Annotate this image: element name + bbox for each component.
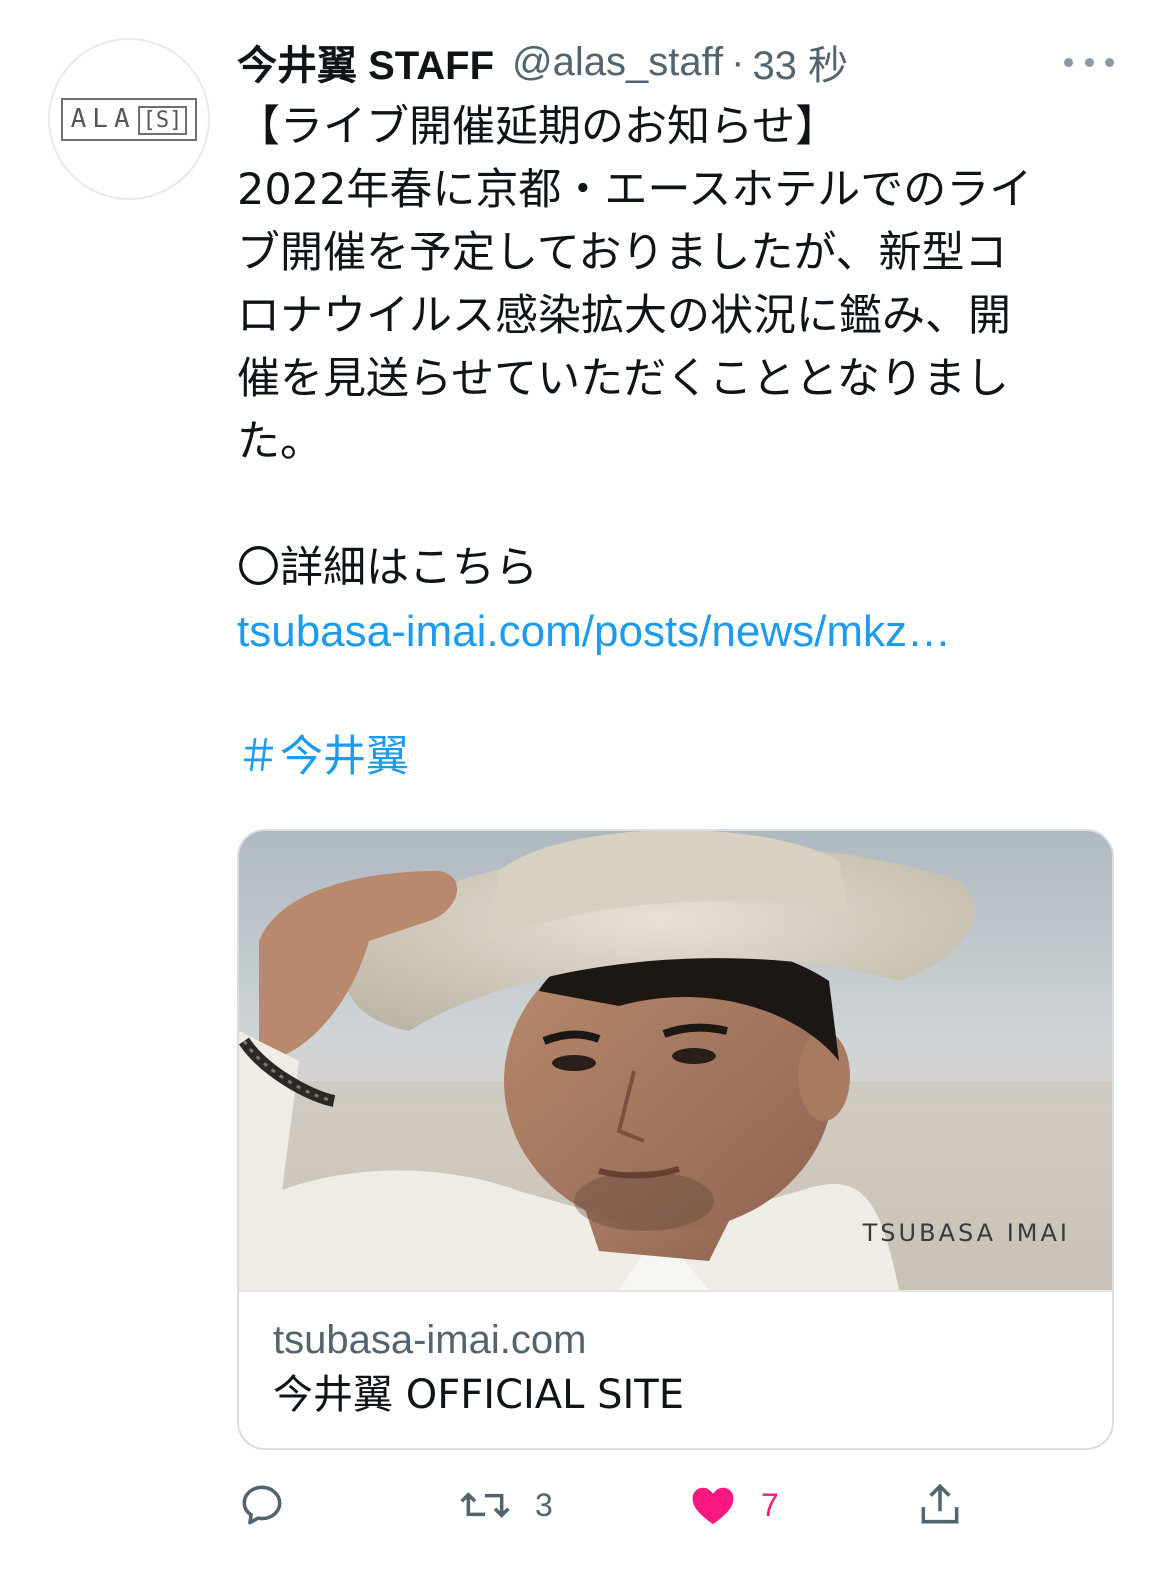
tweet[interactable]: ALA [S] 今井翼 STAFF @alas_staff · 33 秒 【ライブ…	[0, 0, 1170, 1577]
more-options-icon[interactable]	[1064, 50, 1114, 74]
tweet-line: ブ開催を予定しておりましたが、新型コ	[237, 228, 1008, 278]
tweet-header: 今井翼 STAFF @alas_staff · 33 秒	[237, 34, 848, 90]
card-caption[interactable]: tsubasa-imai.com 今井翼 OFFICIAL SITE	[239, 1290, 1112, 1448]
card-domain: tsubasa-imai.com	[273, 1318, 587, 1362]
reply-icon	[242, 1485, 282, 1525]
retweet-icon	[460, 1492, 510, 1518]
share-button[interactable]	[915, 1470, 965, 1540]
card-title: 今井翼 OFFICIAL SITE	[273, 1372, 684, 1418]
details-label: 〇詳細はこちら	[237, 543, 538, 593]
tweet-actions: 3 7	[237, 1470, 1097, 1540]
like-button[interactable]: 7	[687, 1470, 779, 1540]
timestamp[interactable]: 33 秒	[752, 33, 848, 91]
photo-label: TSUBASA IMAI	[862, 1219, 1070, 1247]
dot	[1084, 57, 1094, 67]
hashtag-link[interactable]: ＃今井翼	[237, 732, 409, 782]
like-count: 7	[761, 1486, 779, 1523]
tweet-line: ロナウイルス感染拡大の状況に鑑み、開	[237, 291, 1011, 341]
author-handle[interactable]: @alas_staff	[512, 40, 723, 85]
retweet-button[interactable]: 3	[457, 1470, 553, 1540]
tweet-line: 催を見送らせていただくこととなりまし	[237, 354, 1009, 404]
dot	[1105, 57, 1114, 67]
share-icon	[921, 1483, 959, 1524]
retweet-count: 3	[535, 1486, 553, 1523]
avatar[interactable]: ALA [S]	[48, 38, 210, 200]
dot	[1064, 57, 1073, 67]
alas-logo: ALA [S]	[60, 97, 198, 141]
logo-bracket: [S]	[137, 105, 188, 135]
card-photo[interactable]: TSUBASA IMAI	[239, 831, 1112, 1290]
tweet-line: た。	[237, 417, 323, 467]
author-name[interactable]: 今井翼 STAFF	[237, 33, 494, 91]
tweet-text: 【ライブ開催延期のお知らせ】 2022年春に京都・エースホテルでのライ ブ開催を…	[237, 96, 1117, 789]
tweet-line: 2022年春に京都・エースホテルでのライ	[237, 165, 1033, 215]
link-preview-card[interactable]: TSUBASA IMAI tsubasa-imai.com 今井翼 OFFICI…	[237, 829, 1114, 1450]
tweet-line: 【ライブ開催延期のお知らせ】	[237, 102, 839, 152]
like-icon	[692, 1487, 734, 1525]
reply-button[interactable]	[237, 1470, 309, 1540]
details-link[interactable]: tsubasa-imai.com/posts/news/mkz…	[237, 607, 951, 656]
logo-text: ALA	[70, 103, 136, 134]
separator: ·	[731, 39, 745, 84]
